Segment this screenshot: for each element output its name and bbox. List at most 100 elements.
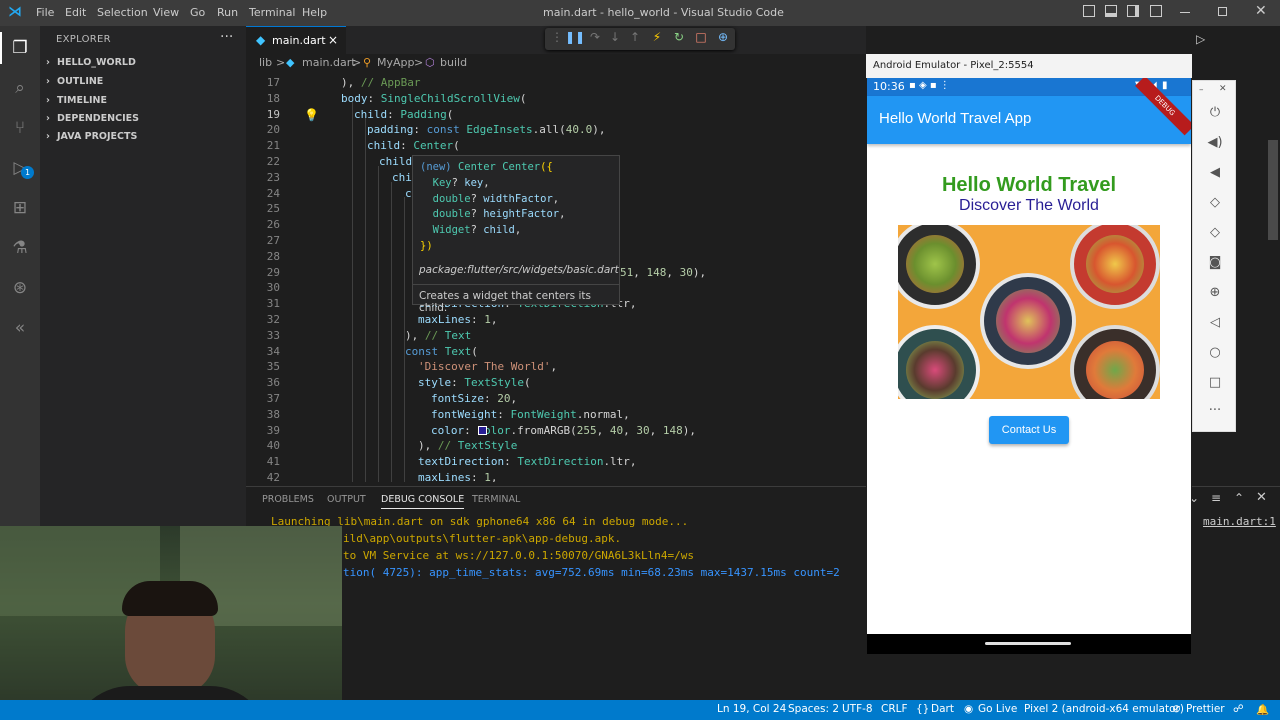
minimize-icon[interactable]: – [1199, 85, 1204, 95]
breadcrumb-build[interactable]: build [440, 56, 467, 69]
hover-package: package:flutter/src/widgets/basic.dart [419, 264, 619, 276]
more-icon[interactable]: ··· [1205, 403, 1225, 418]
menu-file[interactable]: File [36, 6, 54, 19]
extensions-icon[interactable]: ⊞ [8, 196, 32, 220]
line-number: 19 [266, 107, 280, 121]
stop-icon[interactable]: □ [693, 30, 709, 44]
source-link[interactable]: main.dart:1 [1203, 515, 1276, 528]
line-number: 36 [266, 376, 280, 390]
layout-panel-icon[interactable] [1105, 5, 1117, 17]
layout-secondary-icon[interactable] [1127, 5, 1139, 17]
notifications-icon[interactable]: 🔔 [1256, 703, 1269, 716]
step-out-icon[interactable]: ↑ [627, 30, 643, 44]
color-swatch[interactable] [478, 425, 487, 435]
maximize-icon[interactable] [1218, 7, 1227, 16]
prettier[interactable]: Prettier [1186, 703, 1225, 715]
menu-terminal[interactable]: Terminal [249, 6, 296, 19]
run-menu-icon[interactable]: ▷ [1196, 32, 1205, 46]
section-java-projects[interactable]: › JAVA PROJECTS [46, 131, 137, 142]
source-control-icon[interactable]: ⑂ [8, 116, 32, 140]
step-over-icon[interactable]: ↷ [587, 30, 603, 44]
device-selector[interactable]: Pixel 2 (android-x64 emulator) [1024, 703, 1184, 715]
status-bar: Ln 19, Col 24 Spaces: 2 UTF-8 CRLF {} Da… [0, 700, 1280, 720]
more-actions-icon[interactable]: ··· [220, 29, 233, 45]
phone-screen[interactable]: 10:36 ▪ ◈ ▪ ⋮ ▼ ◢ ▮ Hello World Travel A… [867, 78, 1191, 634]
files-icon[interactable]: ❐ [8, 36, 32, 60]
git-graph-icon[interactable]: ⊛ [8, 276, 32, 300]
tab-debug-console[interactable]: DEBUG CONSOLE [381, 494, 465, 509]
flask-icon[interactable]: ⚗ [8, 236, 32, 260]
layout-sidebar-icon[interactable] [1083, 5, 1095, 17]
restart-icon[interactable]: ↻ [671, 30, 687, 44]
inspect-widget-icon[interactable]: ⊕ [715, 30, 731, 44]
encoding[interactable]: UTF-8 [842, 703, 873, 715]
close-tab-icon[interactable]: × [328, 33, 338, 47]
close-icon[interactable]: ✕ [1219, 84, 1227, 94]
close-panel-icon[interactable]: ✕ [1256, 490, 1267, 505]
menu-selection[interactable]: Selection [97, 6, 148, 19]
camera-icon[interactable]: ◙ [1205, 255, 1225, 270]
close-window-icon[interactable]: ✕ [1255, 3, 1267, 19]
power-icon[interactable]: ⏻ [1205, 105, 1225, 120]
rotate-left-icon[interactable]: ◇ [1205, 195, 1225, 210]
maximize-panel-icon[interactable]: ⌃ [1234, 491, 1244, 505]
section-timeline[interactable]: › TIMELINE [46, 95, 107, 106]
hover-signature-line: double? heightFactor, [420, 208, 566, 220]
hover-tooltip: (new) Center Center({ Key? key, double? … [412, 155, 620, 314]
code-line: 'Discover The World', [418, 360, 558, 374]
tab-terminal[interactable]: TERMINAL [472, 494, 520, 505]
home-icon[interactable]: ○ [1205, 345, 1225, 360]
chevron-right-icon: › [46, 113, 50, 124]
flutter-icon[interactable]: « [8, 316, 32, 340]
menu-run[interactable]: Run [217, 6, 238, 19]
tab-problems[interactable]: PROBLEMS [262, 494, 314, 505]
tab-main-dart[interactable]: ◆ main.dart × [246, 26, 346, 54]
emulator-title: Android Emulator - Pixel_2:5554 [873, 60, 1034, 71]
section-outline[interactable]: › OUTLINE [46, 76, 103, 87]
minimize-icon[interactable] [1180, 12, 1190, 13]
contact-us-button[interactable]: Contact Us [989, 416, 1069, 444]
lightbulb-icon[interactable]: 💡 [304, 108, 319, 122]
indentation[interactable]: Spaces: 2 [788, 703, 839, 715]
language-mode[interactable]: Dart [931, 703, 954, 715]
menu-edit[interactable]: Edit [65, 6, 86, 19]
breadcrumb-main-dart[interactable]: main.dart [302, 56, 356, 69]
volume-up-icon[interactable]: ◀) [1205, 135, 1225, 150]
tab-output[interactable]: OUTPUT [327, 494, 366, 505]
console-line: ild\app\outputs\flutter-apk\app-debug.ap… [343, 532, 622, 545]
line-number: 18 [266, 91, 280, 105]
pause-icon[interactable]: ❚❚ [565, 30, 585, 44]
step-into-icon[interactable]: ↓ [607, 30, 623, 44]
customize-layout-icon[interactable] [1150, 5, 1162, 17]
clear-console-icon[interactable]: ≡ [1211, 491, 1221, 505]
line-number: 25 [266, 202, 280, 216]
volume-down-icon[interactable]: ◀ [1205, 165, 1225, 180]
editor-scrollbar[interactable] [1268, 140, 1278, 240]
debug-badge: 1 [21, 166, 34, 179]
go-live[interactable]: Go Live [978, 703, 1017, 715]
end-of-line[interactable]: CRLF [881, 703, 908, 715]
line-number: 27 [266, 234, 280, 247]
breadcrumb-myapp[interactable]: MyApp [377, 56, 415, 69]
section-hello-world[interactable]: › HELLO_WORLD [46, 57, 136, 68]
zoom-icon[interactable]: ⊕ [1205, 285, 1225, 300]
section-dependencies[interactable]: › DEPENDENCIES [46, 113, 139, 124]
menu-view[interactable]: View [153, 6, 179, 19]
search-icon[interactable]: ⌕ [8, 76, 32, 100]
back-icon[interactable]: ◁ [1205, 315, 1225, 330]
menu-go[interactable]: Go [190, 6, 205, 19]
drag-handle-icon[interactable]: ⋮ [549, 30, 565, 44]
console-line: tion( 4725): app_time_stats: avg=752.69m… [343, 566, 840, 579]
hot-reload-icon[interactable]: ⚡ [649, 30, 665, 44]
overview-icon[interactable]: □ [1205, 375, 1225, 390]
menu-help[interactable]: Help [302, 6, 327, 19]
cursor-position[interactable]: Ln 19, Col 24 [717, 703, 786, 715]
code-line: child: Center( [367, 139, 460, 153]
rotate-right-icon[interactable]: ◇ [1205, 225, 1225, 240]
home-pill[interactable] [985, 642, 1071, 645]
breadcrumb: lib > ◆ main.dart > ⚲ MyApp > ⬡ build [246, 54, 866, 72]
hover-description: Creates a widget that centers its child. [419, 290, 591, 314]
breadcrumb-lib[interactable]: lib [259, 56, 272, 69]
app-bar-title: Hello World Travel App [879, 110, 1032, 127]
feedback-icon[interactable]: ☍ [1233, 703, 1244, 715]
